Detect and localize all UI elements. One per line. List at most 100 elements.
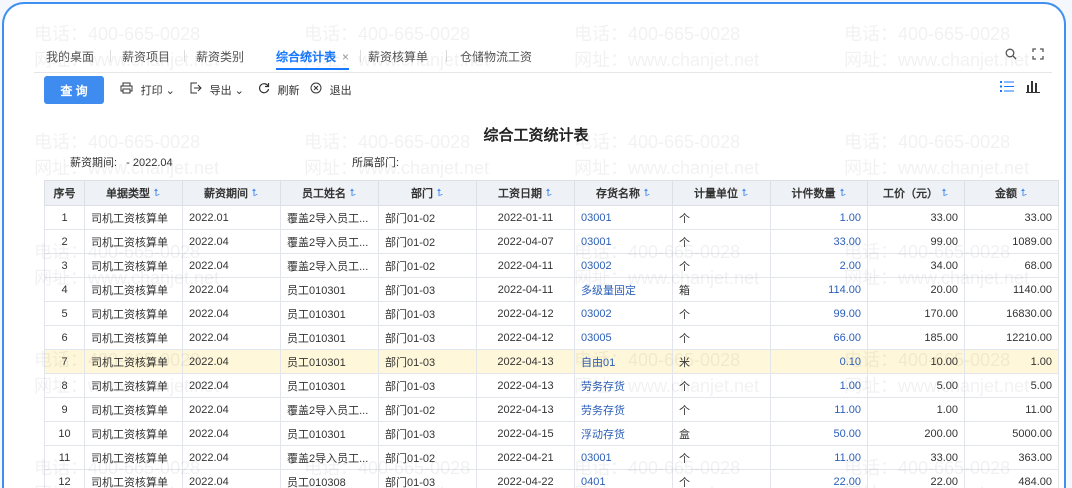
table-cell: 1.00 xyxy=(964,349,1059,374)
table-cell: 33.00 xyxy=(964,205,1059,230)
table-cell: 盒 xyxy=(672,421,771,446)
table-cell: 20.00 xyxy=(867,277,965,302)
tab-salary-calc[interactable]: 薪资核算单 xyxy=(368,48,428,70)
table-cell: 员工010301 xyxy=(280,301,379,326)
table-cell: 33.00 xyxy=(867,445,965,470)
table-cell: 部门01-03 xyxy=(378,301,477,326)
tab-salary-items[interactable]: 薪资项目 xyxy=(122,48,170,70)
tab-desktop[interactable]: 我的桌面 xyxy=(46,48,94,70)
table-row[interactable]: 9 司机工资核算单 2022.04 覆盖2导入员工... 部门01-02 2022-04-… xyxy=(44,397,1059,422)
table-row[interactable]: 11 司机工资核算单 2022.04 覆盖2导入员工... 部门01-02 2022-04… xyxy=(44,445,1059,470)
table-cell: 9 xyxy=(44,397,85,422)
table-cell[interactable]: 劳务存货 xyxy=(574,373,673,398)
table-cell: 33.00 xyxy=(770,229,868,254)
close-icon[interactable]: × xyxy=(342,50,349,64)
search-icon[interactable] xyxy=(1005,48,1020,63)
table-row[interactable]: 5 司机工资核算单 2022.04 员工010301 部门01-03 2022-04-12… xyxy=(44,301,1059,326)
column-header[interactable]: 计件数量 xyxy=(770,180,868,206)
table-row[interactable]: 6 司机工资核算单 2022.04 员工010301 部门01-03 2022-04-12… xyxy=(44,325,1059,350)
table-cell: 部门01-02 xyxy=(378,229,477,254)
table-body: 1 司机工资核算单 2022.01 覆盖2导入员工... 部门01-02 2022-01-… xyxy=(44,205,1059,488)
table-cell: 2022.04 xyxy=(182,397,281,422)
exit-button[interactable]: 退出 xyxy=(310,82,352,98)
table-cell[interactable]: 03001 xyxy=(574,205,673,230)
expand-icon[interactable] xyxy=(1032,48,1044,63)
column-header[interactable]: 工价（元） xyxy=(867,180,965,206)
bar-chart-icon[interactable] xyxy=(1026,80,1040,97)
column-header[interactable]: 存货名称 xyxy=(574,180,673,206)
query-button[interactable]: 查 询 xyxy=(44,76,104,104)
table-row[interactable]: 7 司机工资核算单 2022.04 员工010301 部门01-03 2022-04-13… xyxy=(44,349,1059,374)
table-header-row: 序号 单据类型 薪资期间 员工姓名 部门 工资日期 存货名称 计量单位 计件数量 工价（元） 金额 xyxy=(44,180,1059,206)
table-cell: 米 xyxy=(672,349,771,374)
table-cell[interactable]: 多级量固定 xyxy=(574,277,673,302)
refresh-button[interactable]: 刷新 xyxy=(258,82,300,98)
tab-divider xyxy=(184,50,185,62)
table-cell: 个 xyxy=(672,205,771,230)
table-cell[interactable]: 劳务存货 xyxy=(574,397,673,422)
table-cell: 2022-04-22 xyxy=(476,469,575,488)
export-icon xyxy=(190,82,206,97)
tab-divider xyxy=(360,50,361,62)
table-cell[interactable]: 03001 xyxy=(574,445,673,470)
table-row[interactable]: 3 司机工资核算单 2022.04 覆盖2导入员工... 部门01-02 2022-04-… xyxy=(44,253,1059,278)
table-row[interactable]: 8 司机工资核算单 2022.04 员工010301 部门01-03 2022-04-13… xyxy=(44,373,1059,398)
table-cell: 部门01-03 xyxy=(378,325,477,350)
table-cell[interactable]: 0401 xyxy=(574,469,673,488)
sort-icon[interactable] xyxy=(436,188,444,199)
table-cell: 个 xyxy=(672,469,771,488)
table-cell: 1 xyxy=(44,205,85,230)
column-header[interactable]: 工资日期 xyxy=(476,180,575,206)
table-cell: 11.00 xyxy=(770,397,868,422)
table-cell[interactable]: 浮动存货 xyxy=(574,421,673,446)
tab-warehouse-wages[interactable]: 仓储物流工资 xyxy=(460,48,532,70)
tab-summary-report[interactable]: 综合统计表 × xyxy=(276,48,350,70)
print-button[interactable]: 打印 ⌄ xyxy=(120,82,175,98)
print-label: 打印 xyxy=(140,85,163,97)
table-cell: 22.00 xyxy=(867,469,965,488)
table-cell: 个 xyxy=(672,397,771,422)
sort-icon[interactable] xyxy=(643,188,651,199)
table-cell: 司机工资核算单 xyxy=(84,373,183,398)
table-cell: 2022.04 xyxy=(182,421,281,446)
column-header[interactable]: 金额 xyxy=(964,180,1059,206)
column-header[interactable]: 部门 xyxy=(378,180,477,206)
sort-icon[interactable] xyxy=(545,188,553,199)
table-row[interactable]: 2 司机工资核算单 2022.04 覆盖2导入员工... 部门01-02 2022-04-… xyxy=(44,229,1059,254)
period-value: - 2022.04 xyxy=(126,157,173,169)
table-cell: 2022.04 xyxy=(182,445,281,470)
table-cell[interactable]: 03005 xyxy=(574,325,673,350)
table-row[interactable]: 12 司机工资核算单 2022.04 员工010308 部门01-03 2022-04-2… xyxy=(44,469,1059,488)
table-row[interactable]: 10 司机工资核算单 2022.04 员工010301 部门01-03 2022-04-1… xyxy=(44,421,1059,446)
column-header[interactable]: 员工姓名 xyxy=(280,180,379,206)
export-button[interactable]: 导出 ⌄ xyxy=(190,82,244,98)
column-header[interactable]: 序号 xyxy=(44,180,85,206)
table-cell: 68.00 xyxy=(964,253,1059,278)
column-header[interactable]: 计量单位 xyxy=(672,180,771,206)
sort-icon[interactable] xyxy=(251,188,259,199)
table-row[interactable]: 4 司机工资核算单 2022.04 员工010301 部门01-03 2022-04-11… xyxy=(44,277,1059,302)
table-cell: 覆盖2导入员工... xyxy=(280,229,379,254)
table-cell: 11 xyxy=(44,445,85,470)
sort-icon[interactable] xyxy=(153,188,161,199)
sort-icon[interactable] xyxy=(741,188,749,199)
tab-salary-category[interactable]: 薪资类别 xyxy=(196,48,244,70)
sort-icon[interactable] xyxy=(349,188,357,199)
sort-icon[interactable] xyxy=(1020,188,1028,199)
table-cell[interactable]: 03002 xyxy=(574,301,673,326)
list-view-icon[interactable] xyxy=(999,80,1018,97)
table-row[interactable]: 1 司机工资核算单 2022.01 覆盖2导入员工... 部门01-02 2022-01-… xyxy=(44,205,1059,230)
table-cell: 0.10 xyxy=(770,349,868,374)
sort-icon[interactable] xyxy=(941,188,949,199)
column-header[interactable]: 单据类型 xyxy=(84,180,183,206)
table-cell: 员工010301 xyxy=(280,421,379,446)
sort-icon[interactable] xyxy=(839,188,847,199)
table-cell: 185.00 xyxy=(867,325,965,350)
table-cell[interactable]: 03001 xyxy=(574,229,673,254)
period-label: 薪资期间: xyxy=(70,157,118,169)
column-header[interactable]: 薪资期间 xyxy=(182,180,281,206)
table-cell: 7 xyxy=(44,349,85,374)
table-cell[interactable]: 自由01 xyxy=(574,349,673,374)
table-cell[interactable]: 03002 xyxy=(574,253,673,278)
table-cell: 2022.04 xyxy=(182,469,281,488)
